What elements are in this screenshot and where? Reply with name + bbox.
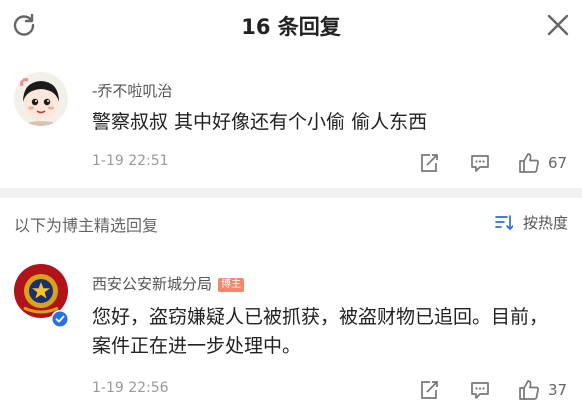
sort-label: 按热度 <box>522 214 568 232</box>
comment-username[interactable]: 西安公安新城分局 博主 <box>92 273 245 294</box>
comment-username[interactable]: -乔不啦叽治 <box>92 80 172 101</box>
close-icon[interactable] <box>546 13 570 37</box>
section-label: 以下为博主精选回复 <box>14 216 159 235</box>
sort-button[interactable]: 按热度 <box>495 212 568 234</box>
section-bar: 以下为博主精选回复 按热度 <box>0 198 582 248</box>
share-icon[interactable] <box>418 152 440 174</box>
share-icon[interactable] <box>418 379 440 401</box>
avatar[interactable] <box>14 72 68 126</box>
page-title: 16 条回复 <box>241 15 341 39</box>
author-badge: 博主 <box>218 278 245 292</box>
like-icon[interactable] <box>517 378 541 402</box>
divider <box>0 188 582 198</box>
username-text: 西安公安新城分局 <box>92 275 213 293</box>
like-icon[interactable] <box>517 151 541 175</box>
comment-text: 警察叔叔 其中好像还有个小偷 偷人东西 <box>92 111 428 133</box>
comment-icon[interactable] <box>469 152 491 174</box>
comment-icon[interactable] <box>469 379 491 401</box>
like-count: 37 <box>548 381 568 399</box>
comment-time: 1-19 22:56 <box>92 380 169 396</box>
verified-icon <box>51 310 69 328</box>
sort-icon <box>495 214 514 230</box>
comment-time: 1-19 22:51 <box>92 153 169 169</box>
comment-text: 您好，盗窃嫌疑人已被抓获，被盗财物已追回。目前，案件正在进一步处理中。 <box>92 306 549 357</box>
header: 16 条回复 <box>0 0 582 52</box>
like-count: 67 <box>548 154 568 172</box>
